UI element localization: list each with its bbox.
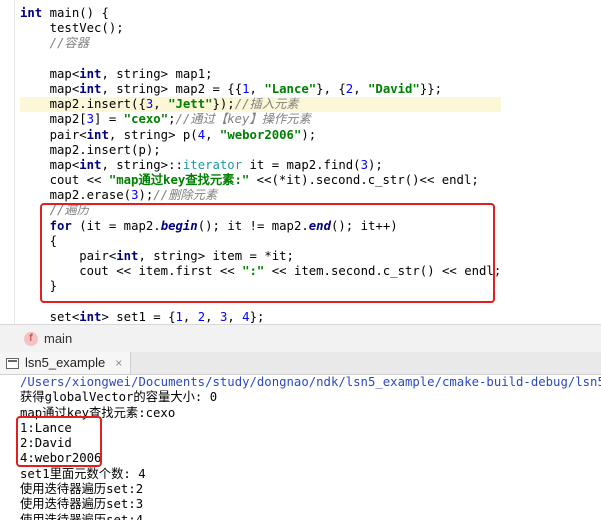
code-token: , bbox=[182, 309, 198, 324]
console-line: 使用迭待器遍历set:4 bbox=[20, 512, 144, 520]
code-token: main() { bbox=[42, 6, 109, 20]
code-token: iterator bbox=[182, 157, 243, 172]
code-token: "Lance" bbox=[264, 81, 317, 96]
console-line: 使用迭待器遍历set:3 bbox=[20, 497, 144, 512]
console-line: 使用迭待器遍历set:2 bbox=[20, 482, 144, 497]
code-token: "webor2006" bbox=[219, 127, 302, 142]
code-line[interactable]: map<int, string>::iterator it = map2.fin… bbox=[20, 158, 501, 173]
code-line[interactable]: int main() { bbox=[20, 6, 501, 21]
code-token: , bbox=[205, 309, 220, 324]
code-token: //通过【key】操作元素 bbox=[175, 112, 311, 127]
code-line[interactable]: set<int> set1 = {1, 2, 3, 4}; bbox=[20, 310, 501, 324]
code-token: ] = bbox=[94, 112, 124, 127]
code-line[interactable]: map<int, string> map2 = {{1, "Lance"}, {… bbox=[20, 82, 501, 97]
code-line[interactable]: testVec(); bbox=[20, 21, 501, 36]
breadcrumb-item-main[interactable]: main bbox=[44, 331, 72, 346]
console-line: set1里面元数个数: 4 bbox=[20, 466, 146, 481]
code-token: pair< bbox=[20, 127, 87, 142]
code-token: //删除元素 bbox=[153, 188, 218, 203]
code-token: 4 bbox=[197, 127, 206, 142]
run-tool-window-tabs: lsn5_example × bbox=[0, 352, 601, 375]
console-line: 4:webor2006 bbox=[20, 451, 102, 466]
code-token: }); bbox=[212, 97, 235, 112]
code-token: <<(*it).second.c_str()<< endl; bbox=[249, 173, 479, 188]
code-token: int bbox=[79, 81, 102, 96]
code-token: map< bbox=[20, 157, 80, 172]
code-token: testVec(); bbox=[20, 21, 124, 36]
code-token: 1 bbox=[242, 81, 250, 96]
code-token: //插入元素 bbox=[234, 97, 299, 112]
console-output: /Users/xiongwei/Documents/study/dongnao/… bbox=[20, 375, 601, 520]
code-token: int bbox=[79, 157, 102, 172]
code-token: "Jett" bbox=[168, 97, 213, 112]
code-token: , string>:: bbox=[101, 157, 183, 172]
code-token: 3 bbox=[360, 157, 368, 172]
code-token: , bbox=[153, 97, 169, 112]
code-token: map2.insert({ bbox=[20, 97, 146, 112]
code-line[interactable]: map2[3] = "cexo";//通过【key】操作元素 bbox=[20, 112, 501, 127]
code-line[interactable]: pair<int, string> p(4, "webor2006"); bbox=[20, 128, 501, 143]
tab-label: lsn5_example bbox=[25, 355, 106, 370]
code-token: }; bbox=[249, 309, 265, 324]
code-token: map2[ bbox=[20, 112, 87, 127]
code-token: map< bbox=[20, 66, 80, 81]
console-line: 1:Lance bbox=[20, 420, 72, 435]
code-token: map< bbox=[20, 81, 80, 96]
code-line[interactable]: //容器 bbox=[20, 36, 501, 51]
code-token: ); bbox=[368, 157, 383, 172]
breadcrumb: f main bbox=[0, 324, 601, 353]
code-token: int bbox=[20, 6, 43, 20]
console-line: 2:David bbox=[20, 436, 72, 451]
code-line[interactable]: cout << "map通过key查找元素:" <<(*it).second.c… bbox=[20, 173, 501, 188]
console-line: map通过key查找元素:cexo bbox=[20, 405, 176, 420]
code-token: , string> p( bbox=[108, 127, 198, 142]
code-token: ); bbox=[301, 127, 317, 142]
close-icon[interactable]: × bbox=[115, 352, 122, 374]
code-token: //容器 bbox=[20, 36, 90, 51]
annotation-box-loop bbox=[40, 203, 495, 303]
code-token: , bbox=[353, 81, 369, 96]
code-token: 2 bbox=[197, 309, 206, 324]
code-token: map2.erase( bbox=[20, 188, 132, 203]
code-token: int bbox=[79, 66, 102, 81]
console-line: 获得globalVector的容量大小: 0 bbox=[20, 390, 218, 405]
code-token: , bbox=[249, 81, 265, 96]
code-token: , string> map1; bbox=[101, 66, 213, 81]
console-line: /Users/xiongwei/Documents/study/dongnao/… bbox=[20, 375, 601, 389]
code-token: , bbox=[205, 127, 220, 142]
code-token: "David" bbox=[368, 81, 420, 96]
code-line[interactable]: map<int, string> map1; bbox=[20, 67, 501, 82]
code-editor[interactable]: int main() { testVec(); //容器 map<int, st… bbox=[0, 0, 601, 324]
console-icon bbox=[6, 357, 19, 369]
code-token: int bbox=[79, 309, 102, 324]
code-token: set< bbox=[20, 309, 80, 324]
code-token: ); bbox=[138, 188, 154, 203]
code-token: , bbox=[227, 309, 243, 324]
editor-gutter bbox=[14, 0, 15, 324]
code-token: "cexo" bbox=[123, 112, 169, 127]
annotation-box-output bbox=[16, 416, 102, 467]
code-token: }}; bbox=[419, 81, 443, 96]
code-token: it = map2.find( bbox=[242, 157, 361, 172]
code-token: }, { bbox=[316, 81, 346, 96]
code-token: 4 bbox=[242, 309, 250, 324]
code-line[interactable]: map2.insert({3, "Jett"});//插入元素 bbox=[20, 97, 502, 113]
tab-run-lsn5-example[interactable]: lsn5_example × bbox=[0, 352, 132, 374]
code-token: cout << bbox=[20, 173, 109, 188]
code-token: > set1 = { bbox=[101, 309, 176, 324]
code-token: int bbox=[86, 127, 109, 142]
run-console[interactable]: /Users/xiongwei/Documents/study/dongnao/… bbox=[0, 375, 601, 520]
code-token: ; bbox=[168, 112, 176, 127]
code-line[interactable]: map2.erase(3);//删除元素 bbox=[20, 188, 501, 203]
code-line[interactable] bbox=[20, 52, 501, 67]
code-token: , string> map2 = {{ bbox=[101, 81, 243, 96]
code-token: 3 bbox=[86, 112, 95, 127]
function-icon: f bbox=[24, 332, 38, 346]
code-token: "map通过key查找元素:" bbox=[108, 173, 250, 188]
code-token: map2.insert(p); bbox=[20, 142, 161, 157]
code-token: 1 bbox=[175, 309, 183, 324]
code-line[interactable]: map2.insert(p); bbox=[20, 143, 501, 158]
